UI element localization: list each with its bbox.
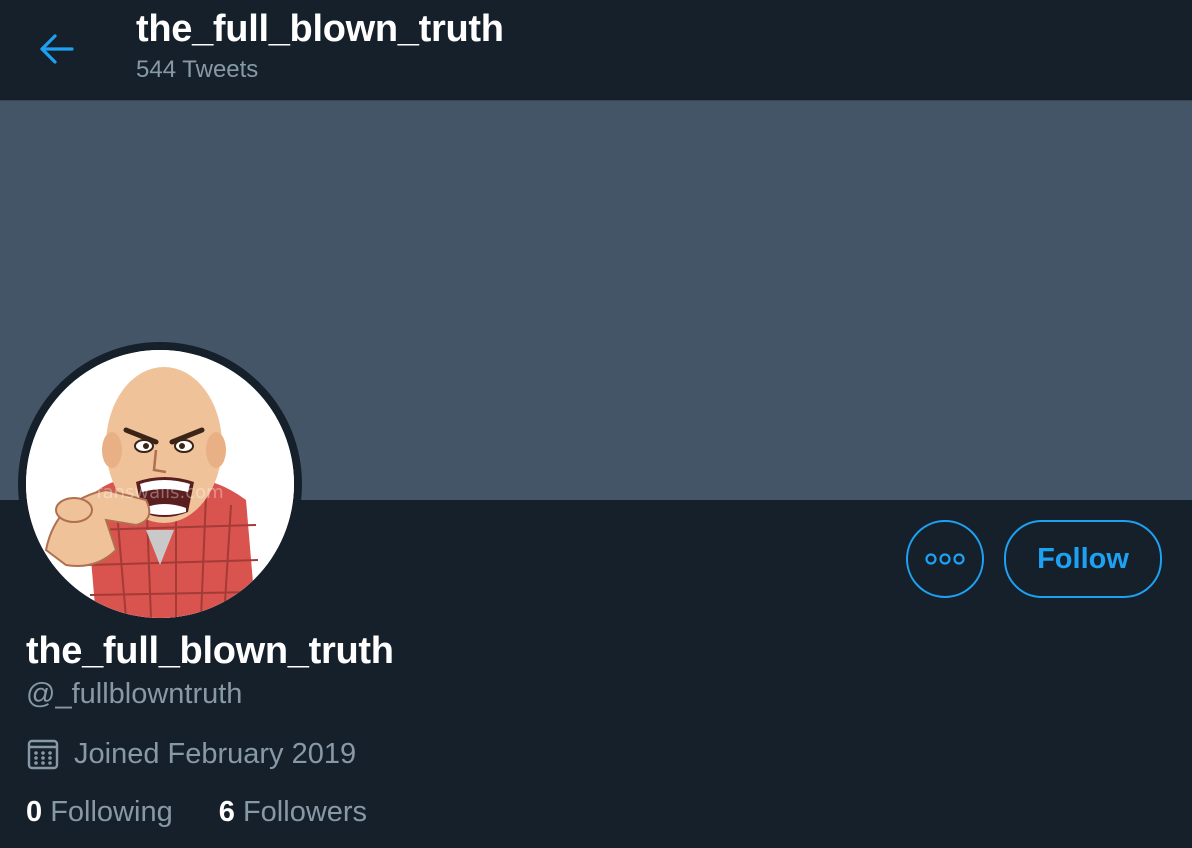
avatar-image: fanswalls.com [26,350,294,618]
followers-link[interactable]: 6 Followers [219,796,367,829]
avatar[interactable]: fanswalls.com [26,350,294,618]
header-title: the_full_blown_truth [136,8,504,50]
followers-label: Followers [242,796,368,828]
calendar-icon [26,737,60,771]
display-name: the_full_blown_truth [26,630,394,672]
follow-stats: 0 Following 6 Followers [26,796,367,829]
avatar-watermark: fanswalls.com [96,482,223,503]
profile-handle: @_fullblowntruth [26,678,243,710]
profile-page: the_full_blown_truth 544 Tweets fanswall… [0,0,1192,848]
more-options-icon [925,553,965,565]
joined-date: Joined February 2019 [26,736,356,772]
avatar-ring: fanswalls.com [18,342,302,626]
profile-header: the_full_blown_truth 544 Tweets [0,0,1192,101]
follow-button[interactable]: Follow [1004,520,1162,598]
following-link[interactable]: 0 Following [26,796,173,829]
more-options-button[interactable] [906,520,984,598]
followers-count: 6 [218,796,235,828]
following-label: Following [50,796,173,828]
back-button[interactable] [34,26,80,72]
tweet-count: 544 Tweets [136,56,259,83]
following-count: 0 [26,796,43,828]
arrow-left-icon [40,34,74,64]
joined-text: Joined February 2019 [74,737,357,770]
